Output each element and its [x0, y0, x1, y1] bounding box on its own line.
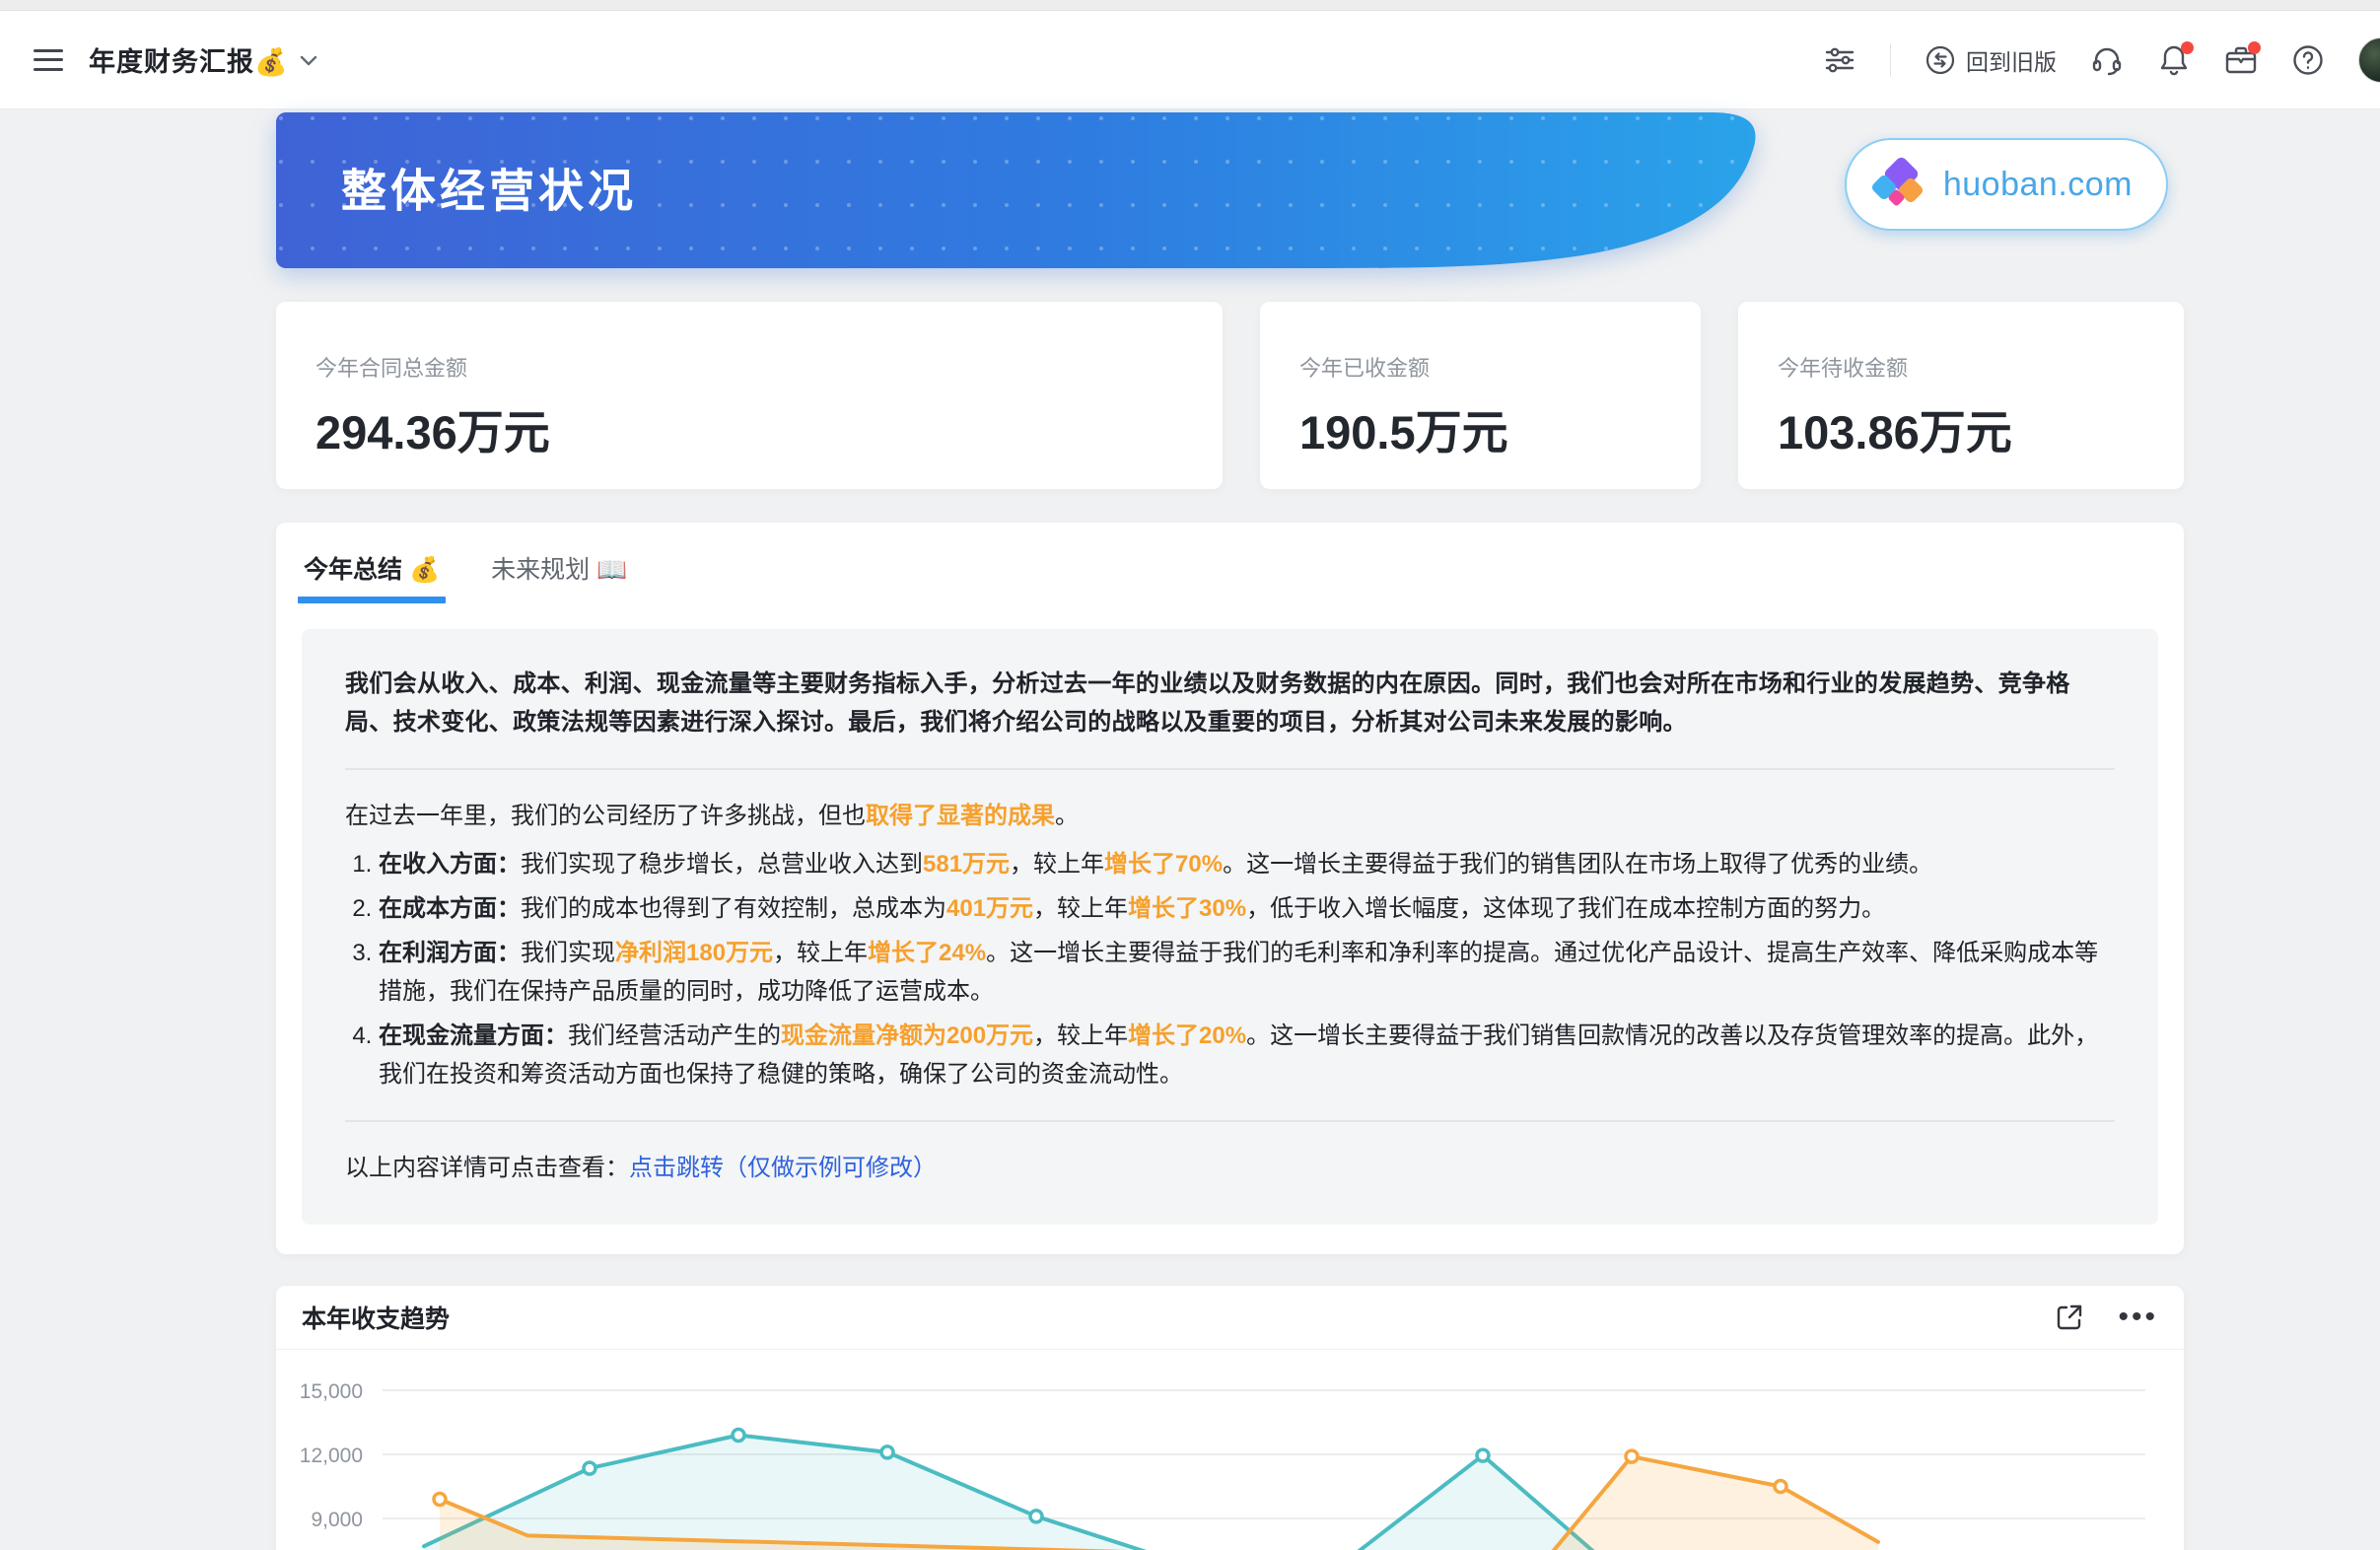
summary-footer: 以上内容详情可点击查看：点击跳转（仅做示例可修改）	[345, 1149, 2115, 1187]
jump-link[interactable]: 点击跳转（仅做示例可修改）	[629, 1155, 937, 1181]
svg-text:9,000: 9,000	[311, 1509, 363, 1531]
stat-card-received: 今年已收金额 190.5万元	[1260, 302, 1701, 489]
bell-icon[interactable]	[2157, 43, 2191, 77]
panel-divider	[345, 1120, 2115, 1122]
page-title-dropdown[interactable]: 年度财务汇报💰	[89, 40, 318, 79]
banner: 整体经营状况 huoban.com	[276, 112, 2184, 268]
menu-icon[interactable]	[34, 49, 63, 71]
summary-panel: 我们会从收入、成本、利润、现金流量等主要财务指标入手，分析过去一年的业绩以及财务…	[302, 629, 2158, 1225]
summary-lead: 在过去一年里，我们的公司经历了许多挑战，但也取得了显著的成果。	[345, 797, 2115, 835]
summary-list: 在收入方面：我们实现了稳步增长，总营业收入达到581万元，较上年增长了70%。这…	[345, 845, 2115, 1093]
back-to-old-version-button[interactable]: 回到旧版	[1925, 43, 2057, 77]
summary-item-revenue: 在收入方面：我们实现了稳步增长，总营业收入达到581万元，较上年增长了70%。这…	[379, 845, 2115, 883]
stat-label: 今年合同总金额	[315, 351, 1223, 383]
stat-value: 190.5万元	[1299, 394, 1701, 462]
report-content: 整体经营状况 huoban.com 今年合同总金额 294.36万元 今年已收金…	[276, 112, 2184, 1550]
toolbar-divider	[1890, 43, 1891, 77]
toolbar: 年度财务汇报💰 回到旧版	[0, 11, 2380, 109]
user-avatar[interactable]	[2358, 37, 2380, 83]
stat-label: 今年待收金额	[1778, 351, 2184, 383]
huoban-brand-badge[interactable]: huoban.com	[1845, 138, 2168, 231]
huoban-logo-icon	[1874, 159, 1925, 210]
notification-badge	[2181, 41, 2194, 54]
tab-future-plan[interactable]: 未来规划 📖	[491, 538, 627, 603]
stat-value: 294.36万元	[315, 394, 1223, 462]
expand-icon[interactable]	[2055, 1303, 2084, 1332]
more-icon[interactable]: •••	[2118, 1307, 2158, 1327]
tab-this-year-summary[interactable]: 今年总结 💰	[304, 538, 440, 603]
trend-chart-card: 本年收支趋势 ••• 15,000 12,000 9,000	[276, 1286, 2184, 1550]
trend-line-chart[interactable]: 15,000 12,000 9,000	[276, 1350, 2184, 1550]
summary-item-profit: 在利润方面：我们实现净利润180万元，较上年增长了24%。这一增长主要得益于我们…	[379, 934, 2115, 1011]
workbench-badge	[2248, 41, 2261, 54]
summary-tabs: 今年总结 💰 未来规划 📖	[302, 538, 2158, 603]
headset-icon[interactable]	[2090, 43, 2124, 77]
stat-card-contract-total: 今年合同总金额 294.36万元	[276, 302, 1223, 489]
panel-divider	[345, 768, 2115, 770]
summary-card: 今年总结 💰 未来规划 📖 我们会从收入、成本、利润、现金流量等主要财务指标入手…	[276, 523, 2184, 1254]
swap-circle-icon	[1925, 44, 1956, 76]
chart-header: 本年收支趋势 •••	[276, 1286, 2184, 1350]
huoban-brand-text: huoban.com	[1943, 166, 2133, 204]
banner-title: 整体经营状况	[341, 155, 637, 220]
stat-card-pending: 今年待收金额 103.86万元	[1738, 302, 2184, 489]
summary-item-cashflow: 在现金流量方面：我们经营活动产生的现金流量净额为200万元，较上年增长了20%。…	[379, 1017, 2115, 1093]
sliders-icon[interactable]	[1823, 43, 1856, 77]
svg-text:15,000: 15,000	[300, 1380, 363, 1403]
help-icon[interactable]	[2291, 43, 2325, 77]
stats-row: 今年合同总金额 294.36万元 今年已收金额 190.5万元 今年待收金额 1…	[276, 302, 2184, 489]
chevron-down-icon	[299, 53, 318, 67]
briefcase-icon[interactable]	[2224, 43, 2258, 77]
summary-intro: 我们会从收入、成本、利润、现金流量等主要财务指标入手，分析过去一年的业绩以及财务…	[345, 665, 2115, 741]
page-title: 年度财务汇报💰	[89, 40, 289, 79]
stat-label: 今年已收金额	[1299, 351, 1701, 383]
svg-text:12,000: 12,000	[300, 1444, 363, 1467]
summary-item-cost: 在成本方面：我们的成本也得到了有效控制，总成本为401万元，较上年增长了30%，…	[379, 889, 2115, 928]
back-to-old-version-label: 回到旧版	[1966, 43, 2057, 77]
stat-value: 103.86万元	[1778, 394, 2184, 462]
window-edge-strip	[0, 0, 2380, 11]
chart-title: 本年收支趋势	[302, 1300, 450, 1335]
